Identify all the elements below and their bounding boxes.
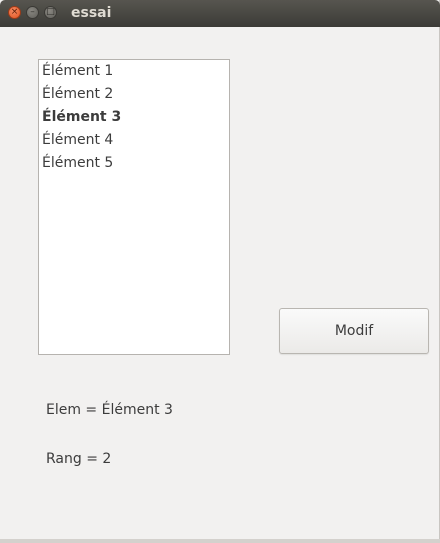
minimize-icon[interactable]: –: [26, 6, 39, 19]
rang-label: Rang = 2: [46, 451, 112, 467]
window-title: essai: [71, 5, 112, 21]
list-item-1[interactable]: Élément 1: [42, 60, 113, 83]
close-icon[interactable]: ×: [8, 6, 21, 19]
window-bottom-edge: [0, 539, 440, 543]
item-listbox[interactable]: Élément 1 Élément 2 Élément 3 Élément 4 …: [38, 59, 230, 355]
list-item-4[interactable]: Élément 4: [42, 129, 113, 152]
app-window: × – □ essai Élément 1 Élément 2 Élément …: [0, 0, 440, 543]
maximize-icon[interactable]: □: [44, 6, 57, 19]
elem-label: Elem = Élément 3: [46, 402, 173, 418]
list-item-2[interactable]: Élément 2: [42, 83, 113, 106]
modif-button[interactable]: Modif: [279, 308, 429, 354]
title-bar[interactable]: × – □ essai: [0, 0, 440, 27]
list-item-3[interactable]: Élément 3: [42, 106, 121, 129]
list-item-5[interactable]: Élément 5: [42, 152, 113, 175]
